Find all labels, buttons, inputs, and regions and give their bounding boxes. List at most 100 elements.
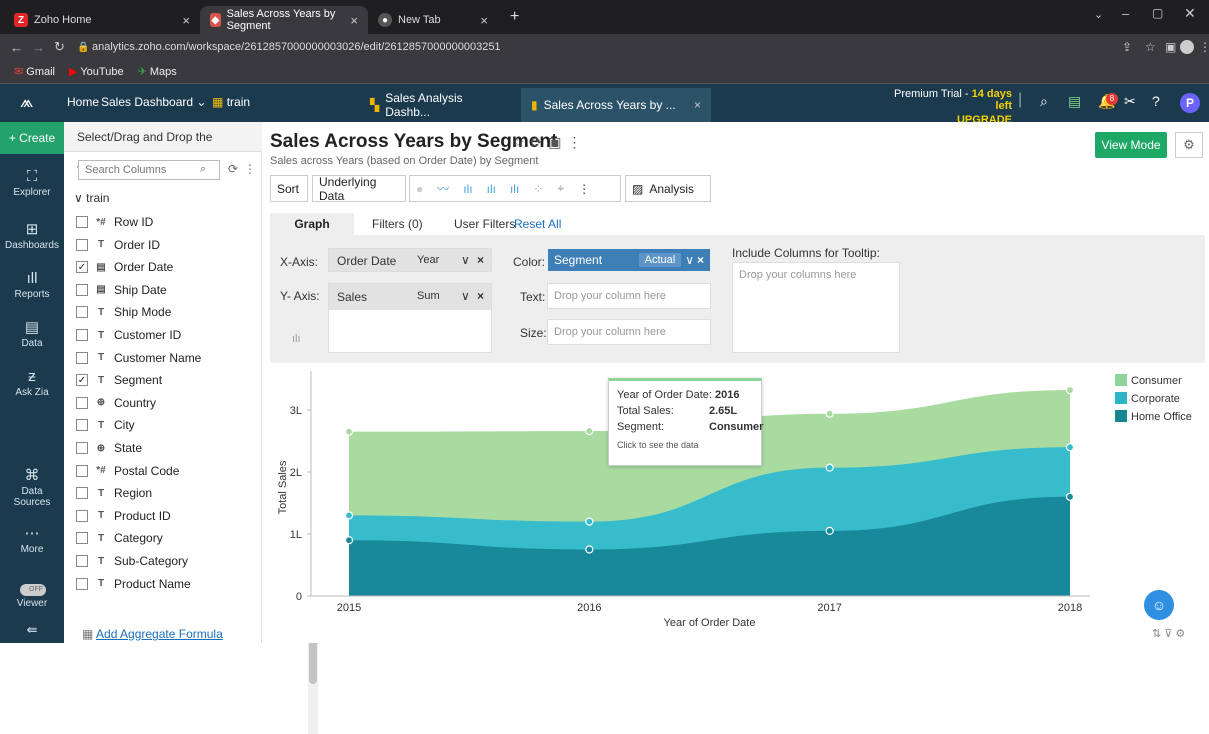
column-item-city[interactable]: T City <box>76 415 135 435</box>
tab-graph[interactable]: Graph <box>270 213 354 235</box>
tab-user-filters[interactable]: User Filters <box>454 217 515 231</box>
column-item-category[interactable]: T Category <box>76 528 163 548</box>
search-icon[interactable]: ⌕ <box>1040 93 1048 110</box>
chat-assistant-icon[interactable]: ☺ <box>1144 590 1174 620</box>
chevron-down-icon[interactable]: ∨ <box>461 253 470 267</box>
analysis-button[interactable]: ▨ Analysis <box>625 175 711 202</box>
workspace-menu[interactable]: ▦ train <box>212 95 250 109</box>
chevron-down-icon[interactable]: ∨ <box>685 253 694 267</box>
feedback-icon[interactable]: ▤ <box>1068 93 1081 110</box>
color-field[interactable]: Segment Actual ∨ × <box>548 249 710 271</box>
stacked-bar-icon[interactable]: ılı <box>487 182 496 196</box>
settings-gear-icon[interactable]: ⚙ <box>1175 628 1185 640</box>
column-item-order-id[interactable]: T Order ID <box>76 235 160 255</box>
column-checkbox[interactable] <box>76 464 88 477</box>
more-options-icon[interactable]: ⋮ <box>568 134 588 150</box>
tab-new-tab[interactable]: ● New Tab × <box>368 6 498 34</box>
new-tab-button[interactable]: + <box>510 8 519 26</box>
column-item-customer-name[interactable]: T Customer Name <box>76 348 201 368</box>
tab-sales-across-years[interactable]: ◆ Sales Across Years by Segment × <box>200 6 368 34</box>
close-tab-icon[interactable]: × <box>480 13 488 28</box>
reload-icon[interactable]: ↻ <box>54 39 65 55</box>
map-chart-icon[interactable]: ⌖ <box>557 181 564 196</box>
rail-dashboards[interactable]: ⊞ Dashboards <box>0 220 64 251</box>
yaxis-drop-area[interactable] <box>329 310 491 352</box>
reset-all-link[interactable]: Reset All <box>514 217 561 231</box>
profile-icon[interactable] <box>1180 40 1194 54</box>
rail-ask-zia[interactable]: ƶ Ask Zia <box>0 368 64 398</box>
column-item-state[interactable]: ⊕ State <box>76 438 142 458</box>
column-checkbox[interactable] <box>76 216 88 228</box>
column-item-customer-id[interactable]: T Customer ID <box>76 325 181 345</box>
column-item-country[interactable]: ⊕ Country <box>76 393 156 413</box>
column-checkbox[interactable] <box>76 329 88 341</box>
scatter-chart-icon[interactable]: ⁘ <box>533 182 543 196</box>
favorite-star-icon[interactable]: ☆ <box>512 134 531 150</box>
column-checkbox[interactable] <box>76 351 88 364</box>
column-checkbox[interactable] <box>76 419 88 432</box>
minimize-icon[interactable]: – <box>1122 6 1129 21</box>
avatar[interactable]: P <box>1180 93 1200 113</box>
tab-filters[interactable]: Filters (0) <box>372 217 423 231</box>
pie-chart-icon[interactable]: ● <box>416 182 423 196</box>
forward-icon[interactable]: → <box>32 40 45 55</box>
zoho-analytics-logo-icon[interactable]: ⩕ <box>20 92 33 112</box>
column-item-product-id[interactable]: T Product ID <box>76 506 171 526</box>
rail-reports[interactable]: ıll Reports <box>0 270 64 300</box>
xaxis-field[interactable]: Order Date Year ∨ × <box>328 248 492 272</box>
column-item-row-id[interactable]: *# Row ID <box>76 212 153 232</box>
column-item-order-date[interactable]: ✓ ▤ Order Date <box>76 257 173 277</box>
search-columns-input[interactable] <box>78 160 220 180</box>
remove-icon[interactable]: × <box>697 253 704 267</box>
help-icon[interactable]: ? <box>1152 93 1160 109</box>
close-tab-icon[interactable]: × <box>350 13 358 28</box>
column-checkbox[interactable] <box>76 396 88 409</box>
sort-icon[interactable]: ⇅ <box>1152 628 1161 640</box>
column-checkbox[interactable]: ✓ <box>76 261 88 274</box>
collapse-icon[interactable]: ⇚ <box>0 622 64 638</box>
chevron-down-icon[interactable]: ∨ <box>461 289 470 303</box>
close-window-icon[interactable]: ✕ <box>1184 5 1196 22</box>
column-checkbox[interactable] <box>76 306 88 319</box>
restore-icon[interactable]: ▢ <box>1152 6 1163 20</box>
add-aggregate-formula-link[interactable]: ▦ Add Aggregate Formula <box>82 627 223 641</box>
rail-data[interactable]: ▤ Data <box>0 318 64 349</box>
column-checkbox[interactable] <box>76 532 88 545</box>
underlying-data-button[interactable]: Underlying Data <box>312 175 406 203</box>
column-item-region[interactable]: T Region <box>76 483 152 503</box>
column-item-ship-mode[interactable]: T Ship Mode <box>76 302 171 322</box>
bookmark-maps[interactable]: ✈ Maps <box>138 65 177 78</box>
column-checkbox[interactable] <box>76 238 88 251</box>
refresh-icon[interactable]: ⟳ <box>228 162 238 176</box>
column-checkbox[interactable] <box>76 487 88 500</box>
rail-more[interactable]: ⋯ More <box>0 524 64 555</box>
home-link[interactable]: Home <box>67 95 99 109</box>
rail-explorer[interactable]: ⛶ Explorer <box>0 168 64 198</box>
close-tab-icon[interactable]: × <box>182 13 190 28</box>
star-icon[interactable]: ☆ <box>1145 40 1156 54</box>
rail-data-sources[interactable]: ⌘ Data Sources <box>0 466 64 508</box>
view-mode-button[interactable]: View Mode <box>1095 132 1167 158</box>
bookmark-gmail[interactable]: ✉ Gmail <box>14 65 55 78</box>
column-checkbox[interactable] <box>76 577 88 590</box>
remove-icon[interactable]: × <box>477 289 484 303</box>
column-checkbox[interactable] <box>76 555 88 567</box>
line-chart-icon[interactable]: 〰 <box>437 180 449 197</box>
filter-icon[interactable]: ⊽ <box>1164 628 1172 640</box>
bookmark-youtube[interactable]: ▶ YouTube <box>69 65 124 78</box>
tab-sales-across-years-report[interactable]: ▮ Sales Across Years by ... × <box>521 88 711 122</box>
table-node-train[interactable]: ∨ train <box>74 191 109 205</box>
chevron-down-icon[interactable]: ⌄ <box>1094 8 1103 21</box>
remove-icon[interactable]: × <box>477 253 484 267</box>
chart-settings-icon[interactable]: ılı <box>292 333 301 345</box>
refresh-icon[interactable]: ⟳ <box>531 134 549 150</box>
save-icon[interactable]: ▣ <box>548 134 567 150</box>
sort-button[interactable]: Sort <box>270 175 308 202</box>
menu-icon[interactable]: ⋮ <box>1199 40 1209 54</box>
size-drop-field[interactable]: Drop your column here <box>547 319 711 345</box>
tab-sales-analysis-dashboard[interactable]: ▚ Sales Analysis Dashb... <box>360 88 518 122</box>
tools-icon[interactable]: ✂ <box>1124 93 1136 110</box>
column-item-ship-date[interactable]: ▤ Ship Date <box>76 280 167 300</box>
text-drop-field[interactable]: Drop your column here <box>547 283 711 309</box>
dashboard-menu[interactable]: Sales Dashboard ⌄ <box>101 95 206 109</box>
